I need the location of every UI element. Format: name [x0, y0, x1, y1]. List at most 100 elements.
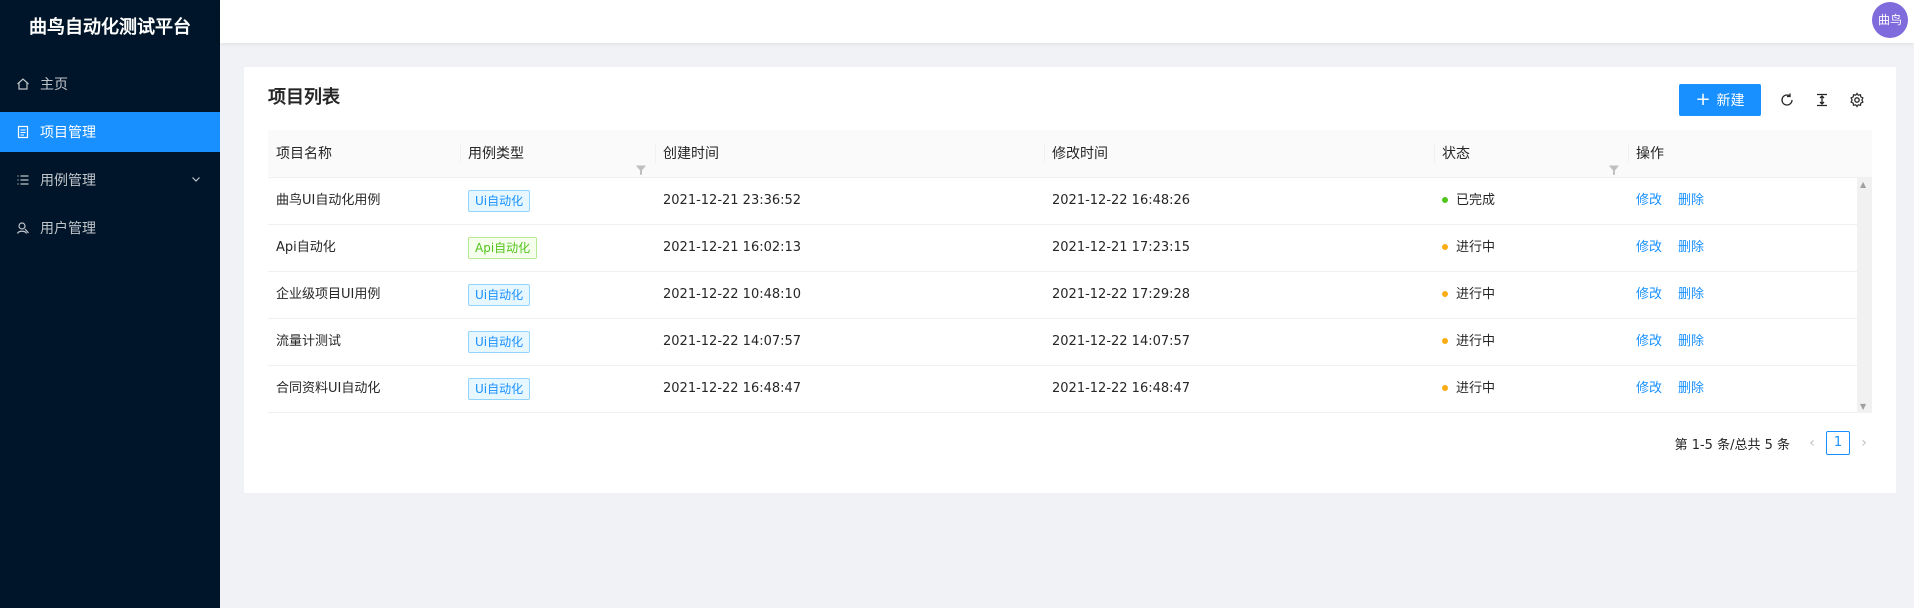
cell-status: 进行中: [1434, 225, 1628, 272]
cell-status: 已完成: [1434, 178, 1628, 225]
cell-modified-time: 2021-12-22 17:29:28: [1052, 287, 1191, 302]
pagination-total: 第 1-5 条/总共 5 条: [1674, 437, 1790, 453]
table-row: Api自动化 Api自动化 2021-12-21 16:02:13 2021-12-2…: [268, 225, 1872, 272]
status-dot-icon: [1442, 243, 1448, 250]
cell-case-type: Ui自动化: [460, 178, 655, 225]
delete-link[interactable]: 删除: [1678, 240, 1704, 255]
sidebar-item-label: 项目管理: [40, 125, 96, 141]
sidebar-item-users[interactable]: 用户管理: [0, 208, 220, 248]
edit-link[interactable]: 修改: [1636, 334, 1662, 349]
column-header-created: 创建时间: [655, 130, 1044, 178]
sidebar: 曲鸟自动化测试平台 主页 项目管理 用例管理 用户管理: [0, 0, 220, 608]
cell-modified-time: 2021-12-22 16:48:26: [1052, 193, 1191, 208]
edit-link[interactable]: 修改: [1636, 193, 1662, 208]
next-page-icon[interactable]: ›: [1856, 435, 1872, 451]
list-icon: [16, 173, 30, 187]
cell-case-type: Ui自动化: [460, 319, 655, 366]
sidebar-item-projects[interactable]: 项目管理: [0, 112, 220, 152]
plus-icon: +: [1695, 89, 1711, 110]
cell-created-time: 2021-12-22 16:48:47: [663, 381, 802, 396]
cell-created-time: 2021-12-21 23:36:52: [663, 193, 802, 208]
project-list-card: 项目列表 + 新建 项目名称 用例类型 创建时间 修改时间 状态 操作 曲鸟UI…: [244, 67, 1896, 493]
top-header: 曲鸟: [220, 0, 1914, 43]
status-text: 进行中: [1456, 240, 1496, 255]
case-type-tag: Ui自动化: [468, 377, 531, 400]
new-button-label: 新建: [1716, 93, 1745, 109]
sidebar-item-home[interactable]: 主页: [0, 64, 220, 104]
reload-icon[interactable]: [1775, 88, 1799, 112]
column-header-status: 状态: [1434, 130, 1628, 178]
status-text: 进行中: [1456, 287, 1496, 302]
column-header-type: 用例类型: [460, 130, 655, 178]
sidebar-item-label: 用户管理: [40, 221, 96, 237]
table-row: 企业级项目UI用例 Ui自动化 2021-12-22 10:48:10 2021-12…: [268, 272, 1872, 319]
cell-modified-time: 2021-12-22 16:48:47: [1052, 381, 1191, 396]
table-body: 曲鸟UI自动化用例 Ui自动化 2021-12-21 23:36:52 2021-12…: [268, 178, 1872, 413]
cell-actions: 修改 删除: [1628, 366, 1872, 413]
app-title: 曲鸟自动化测试平台: [29, 17, 191, 38]
pagination: 第 1-5 条/总共 5 条 ‹ 1 ›: [1675, 431, 1872, 455]
user-icon: [16, 221, 30, 235]
project-table: 项目名称 用例类型 创建时间 修改时间 状态 操作 曲鸟UI自动化用例 Ui自动…: [268, 130, 1872, 413]
table-header: 项目名称 用例类型 创建时间 修改时间 状态 操作: [268, 130, 1872, 178]
status-text: 进行中: [1456, 381, 1496, 396]
cell-actions: 修改 删除: [1628, 319, 1872, 366]
column-header-modified: 修改时间: [1044, 130, 1434, 178]
sidebar-item-label: 主页: [40, 77, 68, 93]
column-header-name: 项目名称: [276, 146, 332, 162]
delete-link[interactable]: 删除: [1678, 193, 1704, 208]
table-scrollbar[interactable]: ▲ ▼: [1857, 178, 1872, 413]
table-row: 流量计测试 Ui自动化 2021-12-22 14:07:57 2021-12-22 …: [268, 319, 1872, 366]
case-type-tag: Ui自动化: [468, 189, 531, 212]
delete-link[interactable]: 删除: [1678, 287, 1704, 302]
avatar[interactable]: 曲鸟: [1872, 2, 1908, 38]
edit-link[interactable]: 修改: [1636, 240, 1662, 255]
new-project-button[interactable]: + 新建: [1679, 84, 1761, 116]
status-dot-icon: [1442, 384, 1448, 391]
cell-actions: 修改 删除: [1628, 272, 1872, 319]
sidebar-item-label: 用例管理: [40, 173, 96, 189]
home-icon: [16, 77, 30, 91]
file-icon: [16, 125, 30, 139]
edit-link[interactable]: 修改: [1636, 381, 1662, 396]
column-height-icon[interactable]: [1810, 88, 1834, 112]
scroll-down-icon[interactable]: ▼: [1860, 402, 1866, 411]
column-header-actions: 操作: [1628, 130, 1872, 178]
cell-actions: 修改 删除: [1628, 225, 1872, 272]
case-type-tag: Ui自动化: [468, 330, 531, 353]
cell-status: 进行中: [1434, 272, 1628, 319]
cell-created-time: 2021-12-21 16:02:13: [663, 240, 802, 255]
page-title: 项目列表: [268, 87, 340, 108]
cell-project-name: Api自动化: [276, 240, 336, 255]
cell-modified-time: 2021-12-21 17:23:15: [1052, 240, 1191, 255]
page-number-current[interactable]: 1: [1826, 431, 1850, 455]
cell-created-time: 2021-12-22 10:48:10: [663, 287, 802, 302]
edit-link[interactable]: 修改: [1636, 287, 1662, 302]
status-dot-icon: [1442, 196, 1448, 203]
cell-project-name: 合同资料UI自动化: [276, 381, 381, 396]
chevron-down-icon: [190, 173, 202, 189]
cell-project-name: 流量计测试: [276, 334, 342, 349]
status-text: 进行中: [1456, 334, 1496, 349]
delete-link[interactable]: 删除: [1678, 334, 1704, 349]
scroll-up-icon[interactable]: ▲: [1860, 180, 1866, 189]
prev-page-icon[interactable]: ‹: [1804, 435, 1820, 451]
table-row: 曲鸟UI自动化用例 Ui自动化 2021-12-21 23:36:52 2021-12…: [268, 178, 1872, 225]
cell-status: 进行中: [1434, 366, 1628, 413]
cell-case-type: Ui自动化: [460, 272, 655, 319]
cell-project-name: 曲鸟UI自动化用例: [276, 193, 381, 208]
cell-modified-time: 2021-12-22 14:07:57: [1052, 334, 1191, 349]
cell-case-type: Ui自动化: [460, 366, 655, 413]
case-type-tag: Ui自动化: [468, 283, 531, 306]
cell-case-type: Api自动化: [460, 225, 655, 272]
cell-status: 进行中: [1434, 319, 1628, 366]
delete-link[interactable]: 删除: [1678, 381, 1704, 396]
status-text: 已完成: [1456, 193, 1496, 208]
cell-project-name: 企业级项目UI用例: [276, 287, 381, 302]
cell-created-time: 2021-12-22 14:07:57: [663, 334, 802, 349]
sidebar-item-cases[interactable]: 用例管理: [0, 160, 220, 200]
table-row: 合同资料UI自动化 Ui自动化 2021-12-22 16:48:47 2021-12…: [268, 366, 1872, 413]
status-dot-icon: [1442, 337, 1448, 344]
setting-icon[interactable]: [1845, 88, 1869, 112]
status-dot-icon: [1442, 290, 1448, 297]
